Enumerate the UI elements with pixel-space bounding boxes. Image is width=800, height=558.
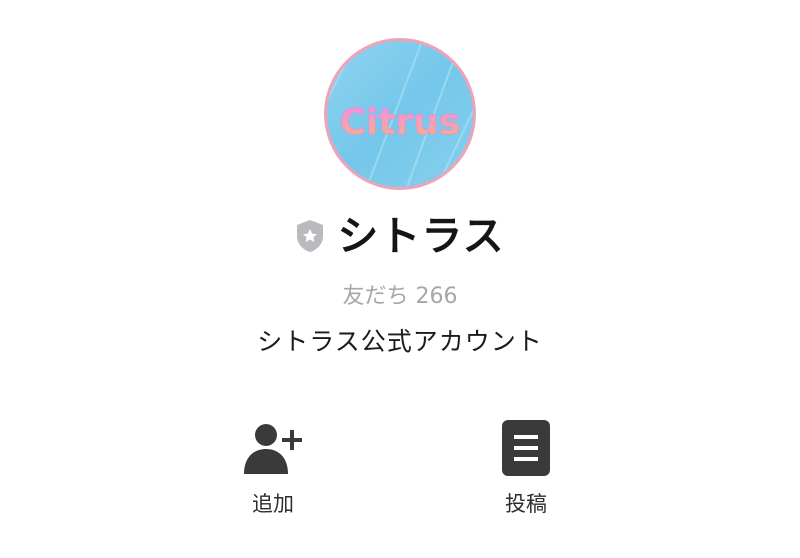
account-avatar[interactable]: Citrus <box>324 38 476 190</box>
account-name-row: シトラス <box>0 208 800 264</box>
add-friend-icon <box>244 424 302 474</box>
posts-label: 投稿 <box>505 492 547 516</box>
posts-icon <box>502 420 550 476</box>
posts-button[interactable]: 投稿 <box>461 418 591 518</box>
friends-count: 友だち 266 <box>342 284 458 309</box>
account-name: シトラス <box>337 212 505 260</box>
add-friend-button[interactable]: 追加 <box>208 418 338 518</box>
avatar-logo-text: Citrus <box>340 102 461 143</box>
account-description: シトラス公式アカウント <box>257 327 543 356</box>
citrus-logo: Citrus <box>327 41 473 187</box>
add-friend-label: 追加 <box>252 492 294 516</box>
shield-star-icon <box>297 220 324 252</box>
